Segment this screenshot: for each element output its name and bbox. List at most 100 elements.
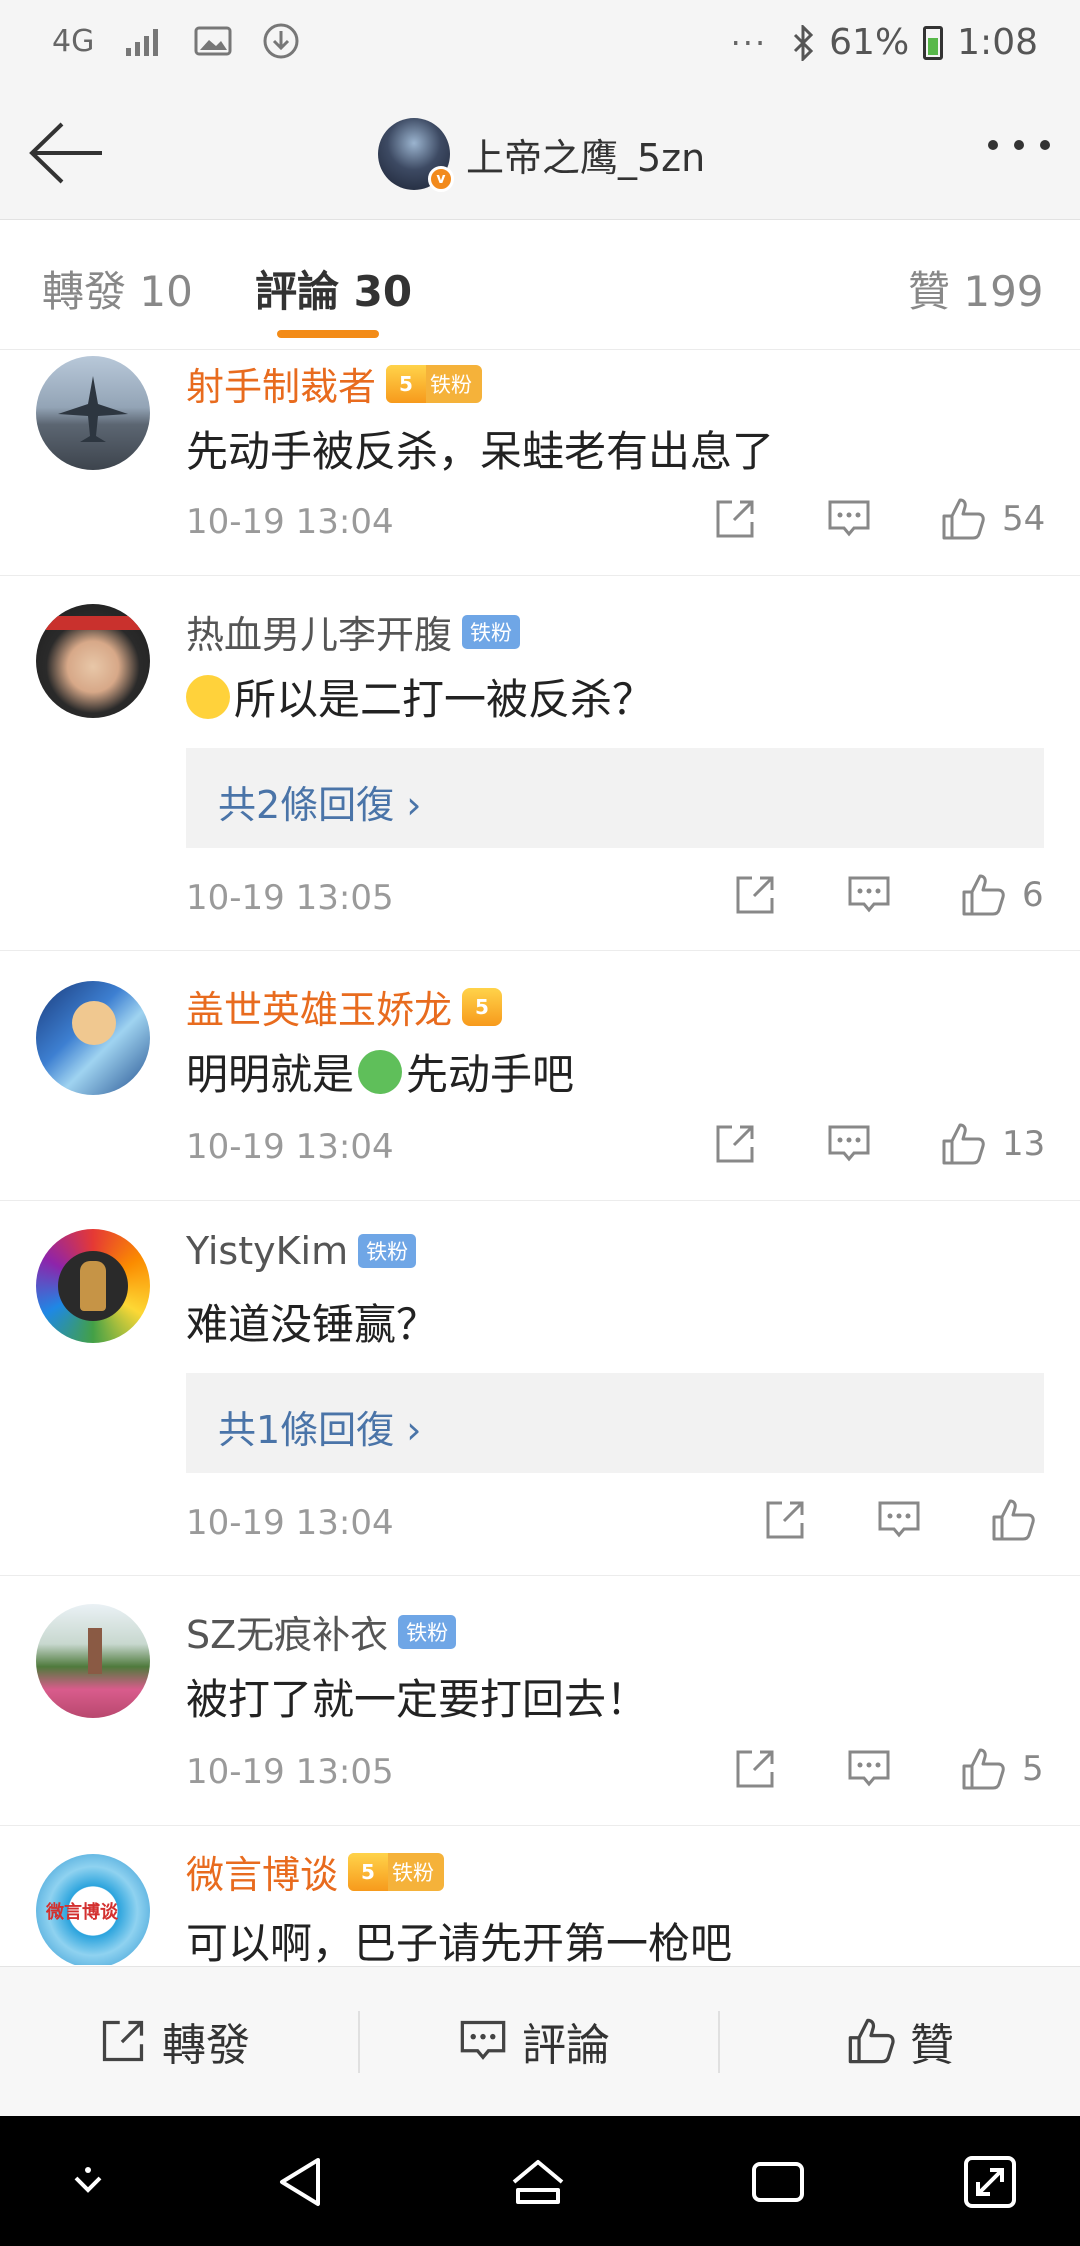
poster-header[interactable]: v 上帝之鹰_5zn [378, 118, 705, 192]
commenter-name[interactable]: 射手制裁者 [186, 356, 376, 411]
network-type: 4G [52, 23, 95, 59]
commenter-name-row: 微言博谈 5 铁粉 [186, 1844, 445, 1899]
crown-icon: 5 [386, 364, 427, 403]
comment-time: 10-19 13:04 [186, 1127, 394, 1167]
commenter-avatar[interactable] [36, 981, 150, 1095]
comment-icon[interactable] [846, 872, 892, 918]
comment-actions: 13 [712, 1121, 1045, 1167]
comment-icon[interactable] [826, 496, 872, 542]
bluetooth-icon [794, 24, 814, 61]
repost-icon [102, 2020, 144, 2062]
comment-text-before: 明明就是 [186, 1050, 355, 1099]
repost-icon[interactable] [762, 1497, 808, 1543]
comment-actions [762, 1497, 1072, 1543]
commenter-name-row: 热血男儿李开腹 铁粉 [186, 604, 521, 659]
verified-badge: v [428, 166, 454, 192]
commenter-name[interactable]: 热血男儿李开腹 [186, 604, 452, 659]
comment-icon[interactable] [826, 1121, 872, 1167]
back-arrow-icon[interactable] [26, 118, 106, 188]
comment-time: 10-19 13:05 [186, 1752, 394, 1792]
commenter-name-row: SZ无痕补衣 铁粉 [186, 1604, 457, 1659]
sweat-smile-emoji-icon [186, 674, 230, 719]
battery-icon [923, 25, 944, 60]
comment-button[interactable]: 評論 [458, 2009, 610, 2073]
vip-fan-badge: 5 铁粉 [348, 1852, 445, 1891]
tab-likes[interactable]: 贊 199 [908, 258, 1044, 319]
like-icon[interactable] [960, 872, 1006, 918]
view-replies-link[interactable]: 共2條回復 › [218, 774, 421, 829]
crown-icon: 5 [348, 1852, 389, 1891]
fan-badge: 铁粉 [462, 614, 521, 649]
comment-text-row: 明明就是 先动手吧 [186, 1041, 574, 1102]
tab-bar: 轉發 10 評論 30 贊 199 [0, 220, 1080, 350]
comment-actions: 5 [732, 1746, 1044, 1792]
collapse-nav-icon[interactable] [58, 2152, 118, 2212]
top-nav: v 上帝之鹰_5zn [0, 90, 1080, 220]
replies-box[interactable]: 共1條回復 › [186, 1373, 1044, 1473]
commenter-avatar[interactable] [36, 1604, 150, 1718]
active-tab-indicator [277, 330, 379, 338]
divider [718, 2011, 720, 2073]
comment-item: 射手制裁者 5 铁粉 先动手被反杀，呆蛙老有出息了 10-19 13:04 54 [0, 350, 1080, 576]
commenter-avatar[interactable] [36, 604, 150, 718]
comment-actions: 54 [712, 496, 1045, 542]
comment-item: 热血男儿李开腹 铁粉 所以是二打一被反杀？ 共2條回復 › 10-19 13:0… [0, 576, 1080, 951]
repost-button[interactable]: 轉發 [98, 2009, 250, 2073]
battery-percent: 61% [829, 22, 910, 63]
commenter-avatar[interactable] [36, 1229, 150, 1343]
comment-actions: 6 [732, 872, 1044, 918]
bottom-action-bar: 轉發 評論 贊 [0, 1966, 1080, 2116]
system-nav-bar [0, 2116, 1080, 2246]
commenter-name[interactable]: SZ无痕补衣 [186, 1604, 388, 1659]
tab-repost[interactable]: 轉發 10 [42, 258, 193, 319]
replies-box[interactable]: 共2條回復 › [186, 748, 1044, 848]
poster-avatar[interactable]: v [378, 118, 454, 192]
commenter-name[interactable]: YistyKim [186, 1229, 348, 1273]
comment-item: 微言博谈 微言博谈 5 铁粉 可以啊，巴子请先开第一枪吧 [0, 1826, 1080, 1965]
like-icon [848, 2018, 895, 2064]
repost-icon[interactable] [732, 872, 778, 918]
repost-icon[interactable] [712, 1121, 758, 1167]
back-nav-icon[interactable] [272, 2152, 332, 2212]
like-icon[interactable] [940, 496, 986, 542]
commenter-name[interactable]: 盖世英雄玉娇龙 [186, 979, 452, 1034]
like-label: 贊 [910, 2020, 954, 2071]
frog-emoji-icon [358, 1049, 403, 1094]
commenter-avatar[interactable]: 微言博谈 [36, 1854, 150, 1965]
like-count: 6 [1022, 875, 1044, 915]
comment-text: 难道没锤赢？ [186, 1300, 439, 1349]
status-right-icons: ··· 61% 1:08 [731, 22, 1038, 63]
tab-comments[interactable]: 評論 30 [255, 258, 412, 319]
divider [358, 2011, 360, 2073]
repost-icon[interactable] [732, 1746, 778, 1792]
comment-text: 可以啊，巴子请先开第一枪吧 [186, 1919, 733, 1965]
more-notifications-icon: ··· [730, 23, 768, 62]
commenter-avatar[interactable] [36, 356, 150, 470]
recents-nav-icon[interactable] [748, 2152, 808, 2212]
home-nav-icon[interactable] [508, 2152, 568, 2212]
commenter-name[interactable]: 微言博谈 [186, 1844, 338, 1899]
repost-icon[interactable] [712, 496, 758, 542]
avatar-logo-text: 微言博谈 [46, 1902, 118, 1923]
commenter-name-row: 射手制裁者 5 铁粉 [186, 356, 483, 411]
comment-time: 10-19 13:05 [186, 878, 394, 918]
fan-badge-label: 铁粉 [392, 1860, 435, 1885]
like-icon[interactable] [990, 1497, 1036, 1543]
comment-icon[interactable] [846, 1746, 892, 1792]
view-replies-link[interactable]: 共1條回復 › [218, 1399, 421, 1454]
like-count: 13 [1002, 1124, 1046, 1164]
comment-list[interactable]: 射手制裁者 5 铁粉 先动手被反杀，呆蛙老有出息了 10-19 13:04 54… [0, 350, 1080, 1965]
like-icon[interactable] [940, 1121, 986, 1167]
comment-item: YistyKim 铁粉 难道没锤赢？ 共1條回復 › 10-19 13:04 [0, 1201, 1080, 1576]
more-menu-icon[interactable] [988, 140, 1050, 150]
poster-name[interactable]: 上帝之鹰_5zn [466, 127, 705, 182]
like-icon[interactable] [960, 1746, 1006, 1792]
comment-item: 盖世英雄玉娇龙 5 明明就是 先动手吧 10-19 13:04 13 [0, 951, 1080, 1201]
comment-text: 先动手被反杀，呆蛙老有出息了 [186, 427, 775, 476]
fullscreen-nav-icon[interactable] [960, 2152, 1020, 2212]
comment-text-row: 所以是二打一被反杀？ [186, 666, 654, 727]
comment-icon[interactable] [876, 1497, 922, 1543]
comment-icon [460, 2020, 506, 2060]
like-count: 54 [1002, 499, 1046, 539]
like-button[interactable]: 贊 [846, 2009, 954, 2073]
